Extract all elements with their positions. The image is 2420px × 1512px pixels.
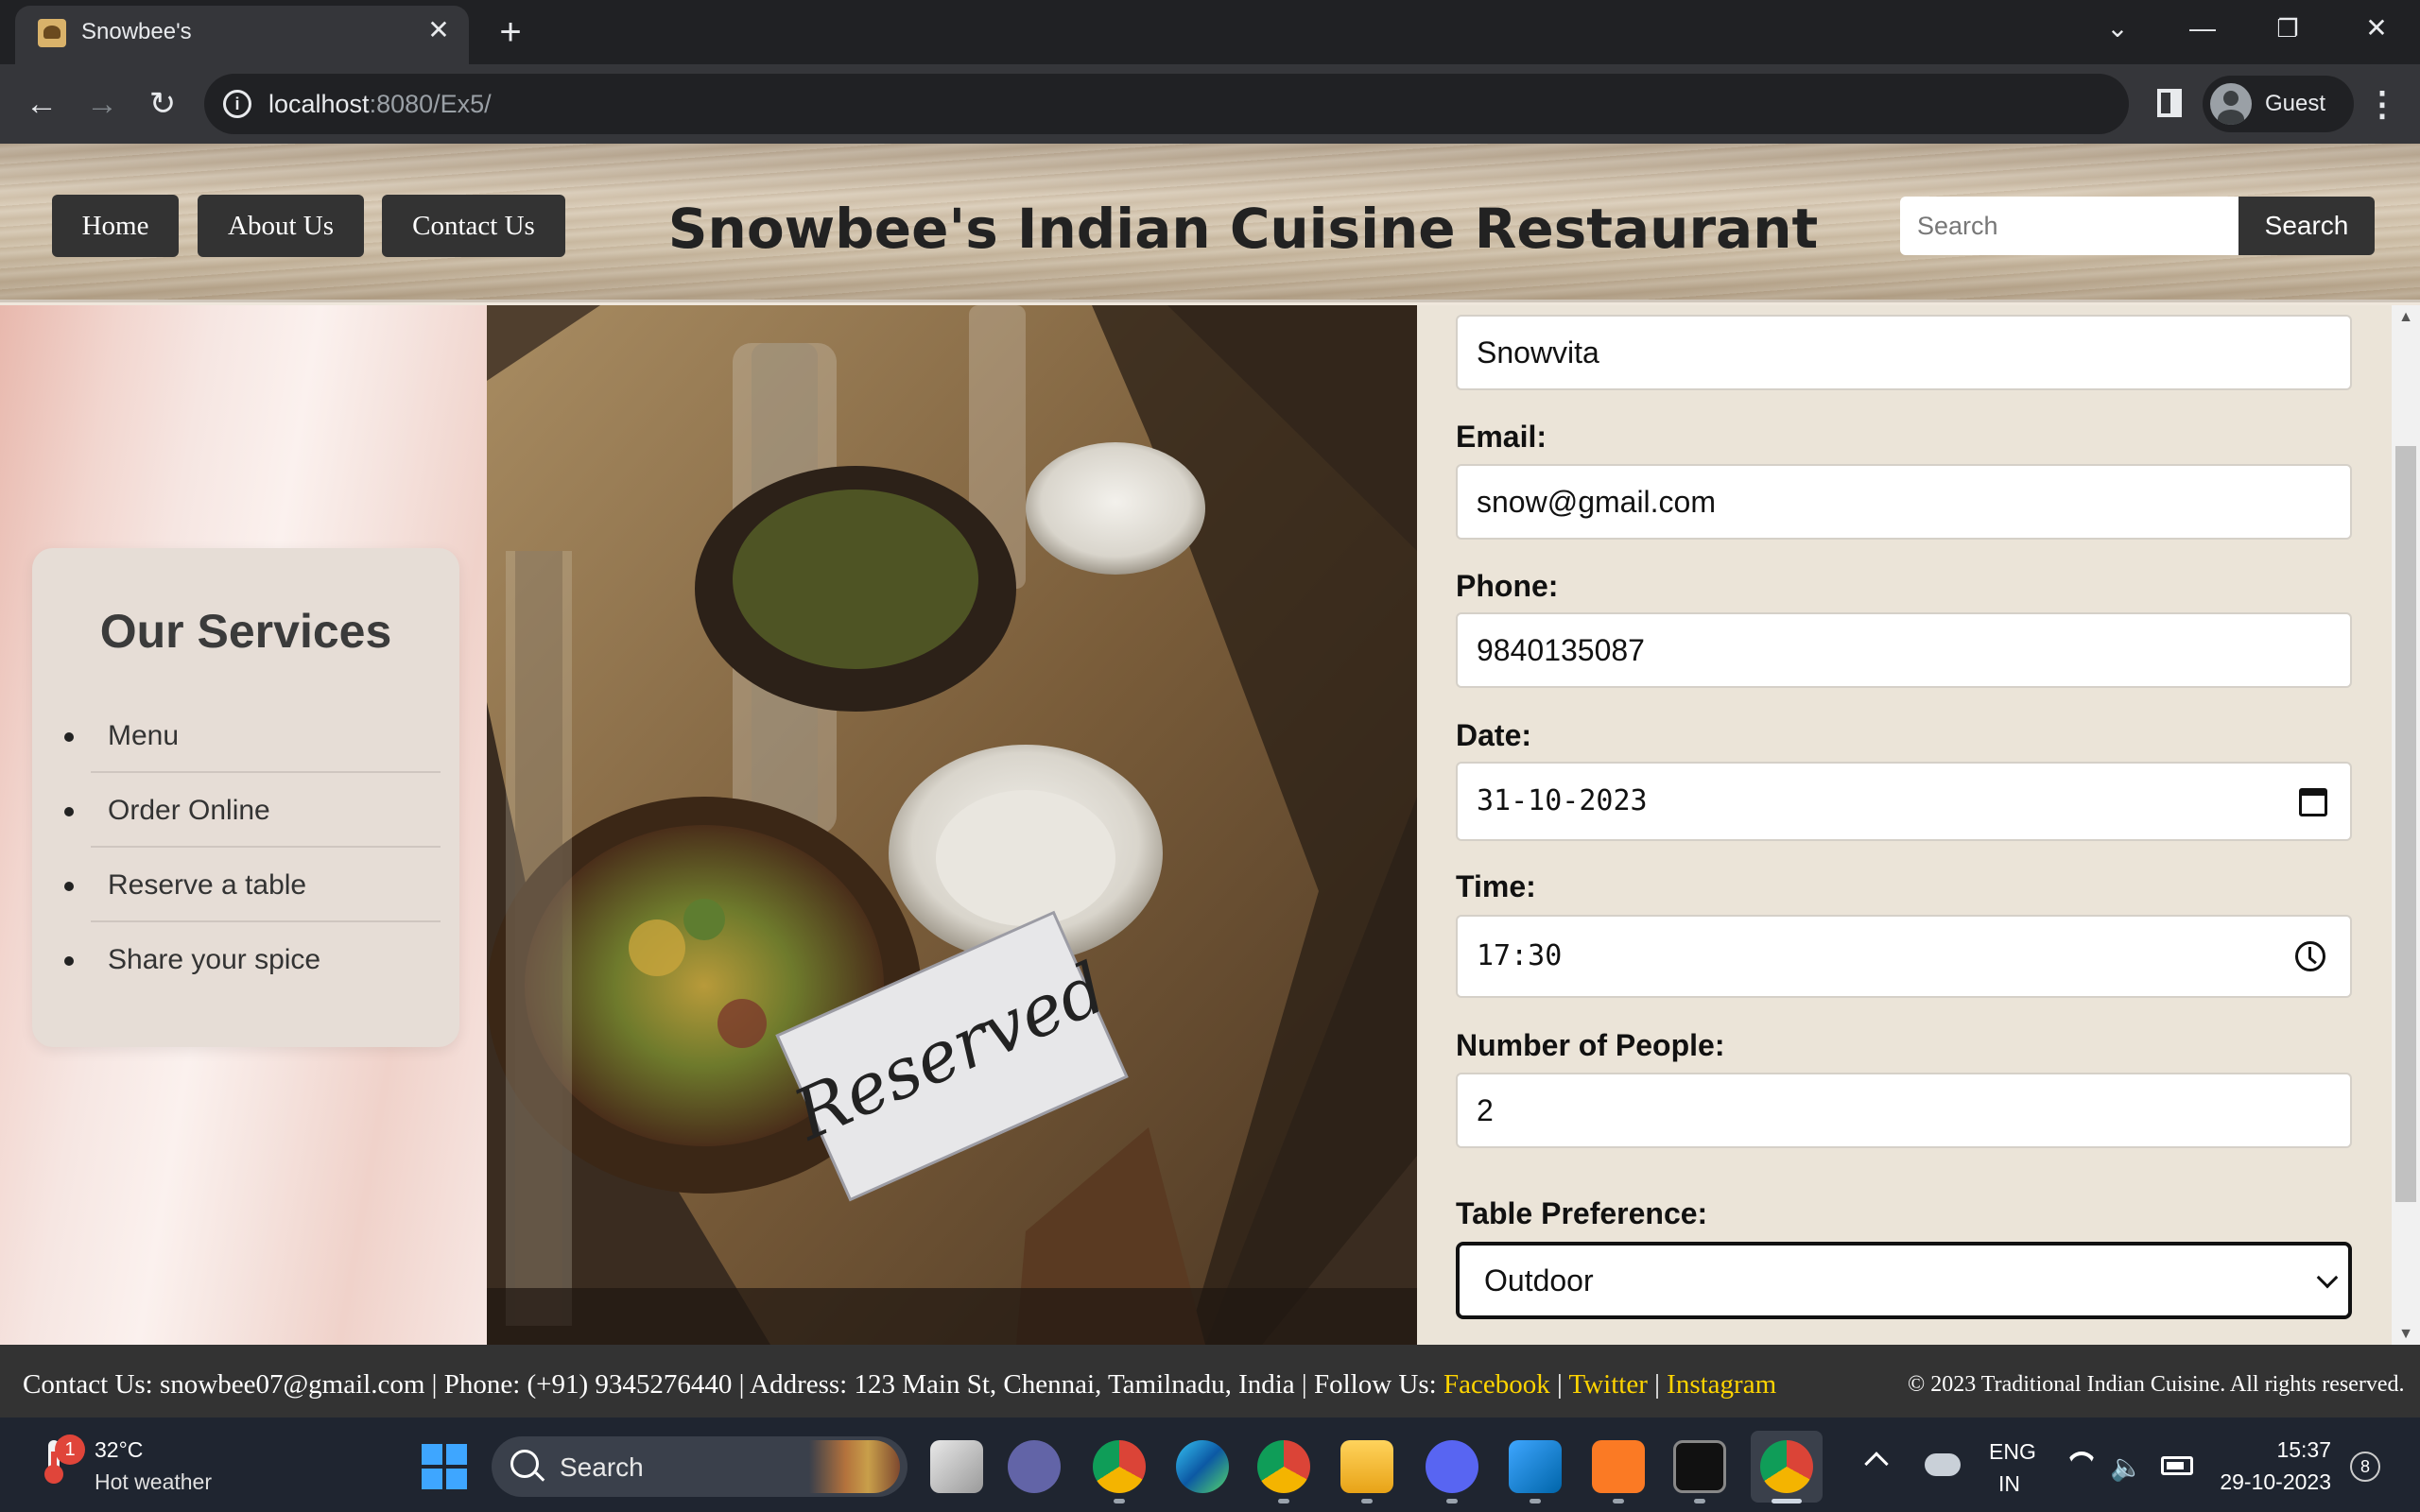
service-item-menu[interactable]: Menu — [64, 698, 441, 773]
tab-close-icon[interactable]: ✕ — [422, 13, 456, 47]
minimize-icon[interactable]: — — [2174, 8, 2231, 49]
notification-badge[interactable]: 8 — [2350, 1452, 2380, 1482]
file-explorer-icon[interactable] — [1340, 1440, 1393, 1493]
time-field[interactable]: 17:30 — [1456, 915, 2352, 998]
close-window-icon[interactable]: ✕ — [2348, 8, 2405, 49]
web-page: Home About Us Contact Us Snowbee's India… — [0, 144, 2420, 1418]
facebook-link[interactable]: Facebook — [1443, 1369, 1550, 1400]
running-indicator — [1530, 1499, 1541, 1503]
restore-icon[interactable]: ❐ — [2259, 8, 2316, 49]
search-input[interactable] — [1900, 197, 2238, 255]
date-label: Date: — [1456, 718, 1532, 752]
name-field[interactable]: Snowvita — [1456, 315, 2352, 390]
footer-copyright: © 2023 Traditional Indian Cuisine. All r… — [1908, 1372, 2405, 1397]
windows-start-icon[interactable] — [422, 1444, 467, 1489]
clock-icon[interactable] — [2295, 941, 2325, 971]
running-indicator — [1446, 1499, 1458, 1503]
vscode-icon[interactable] — [1509, 1440, 1562, 1493]
chrome-profile-icon[interactable] — [1257, 1440, 1310, 1493]
time-label: Time: — [1456, 869, 1536, 903]
running-indicator — [1361, 1499, 1373, 1503]
browser-menu-icon[interactable]: ⋮ — [2363, 81, 2401, 127]
reserved-table-illustration: Reserved — [487, 305, 1417, 1345]
clock-time[interactable]: 15:37 — [2218, 1436, 2331, 1463]
footer-separator: | — [1549, 1369, 1569, 1400]
search-button[interactable]: Search — [2238, 197, 2375, 255]
people-label: Number of People: — [1456, 1028, 1725, 1062]
xampp-icon[interactable] — [1592, 1440, 1645, 1493]
terminal-icon[interactable] — [1673, 1440, 1726, 1493]
avatar-icon — [2210, 83, 2252, 125]
phone-label: Phone: — [1456, 569, 1559, 603]
taskbar-search-label[interactable]: Search — [560, 1452, 644, 1484]
running-indicator — [1114, 1499, 1125, 1503]
chrome-icon[interactable] — [1093, 1440, 1146, 1493]
site-title: Snowbee's Indian Cuisine Restaurant — [667, 197, 1819, 261]
calendar-icon[interactable] — [2299, 788, 2327, 816]
task-view-icon[interactable] — [930, 1440, 983, 1493]
service-item-reserve-table[interactable]: Reserve a table — [64, 848, 441, 922]
site-info-icon[interactable]: i — [223, 90, 251, 118]
scroll-up-icon[interactable]: ▲ — [2395, 308, 2416, 327]
date-field[interactable]: 31-10-2023 — [1456, 762, 2352, 841]
teams-icon[interactable] — [1008, 1440, 1061, 1493]
people-field[interactable]: 2 — [1456, 1073, 2352, 1148]
search-highlight-icon — [809, 1440, 900, 1493]
active-indicator — [1772, 1499, 1802, 1503]
weather-temperature[interactable]: 32°C — [95, 1436, 143, 1463]
url-host: localhost — [268, 90, 370, 118]
side-panel-icon[interactable] — [2157, 89, 2182, 117]
phone-field[interactable]: 9840135087 — [1456, 612, 2352, 688]
scroll-down-icon[interactable]: ▼ — [2395, 1325, 2416, 1344]
reload-icon[interactable]: ↻ — [140, 81, 185, 127]
footer-contact: Contact Us: snowbee07@gmail.com | Phone:… — [23, 1368, 1776, 1400]
service-item-share-spice[interactable]: Share your spice — [64, 922, 441, 997]
instagram-link[interactable]: Instagram — [1667, 1369, 1776, 1400]
running-indicator — [1278, 1499, 1289, 1503]
language-region[interactable]: IN — [1998, 1470, 2020, 1497]
weather-description[interactable]: Hot weather — [95, 1469, 212, 1495]
running-indicator — [1613, 1499, 1624, 1503]
forward-icon[interactable]: → — [79, 81, 125, 127]
battery-icon[interactable] — [2161, 1456, 2193, 1475]
discord-icon[interactable] — [1426, 1440, 1478, 1493]
table-preference-select[interactable]: Outdoor — [1456, 1242, 2352, 1319]
favicon-icon — [38, 19, 66, 47]
nav-contact-button[interactable]: Contact Us — [382, 195, 565, 257]
profile-label: Guest — [2265, 91, 2326, 116]
nav-about-button[interactable]: About Us — [198, 195, 364, 257]
chrome-active-icon[interactable] — [1760, 1440, 1813, 1493]
twitter-link[interactable]: Twitter — [1569, 1369, 1648, 1400]
scroll-thumb[interactable] — [2395, 446, 2416, 1202]
footer-contact-text: Contact Us: snowbee07@gmail.com | Phone:… — [23, 1369, 1443, 1400]
email-label: Email: — [1456, 420, 1547, 454]
address-bar[interactable] — [204, 74, 2129, 134]
services-title: Our Services — [99, 605, 392, 658]
running-indicator — [1694, 1499, 1705, 1503]
url-text[interactable]: localhost:8080/Ex5/ — [268, 87, 492, 121]
url-path: :8080/Ex5/ — [369, 90, 492, 118]
tab-search-chevron-icon[interactable]: ⌄ — [2089, 8, 2146, 49]
table-preference-label: Table Preference: — [1456, 1196, 1708, 1230]
footer-separator: | — [1647, 1369, 1668, 1400]
reserved-table-photo: Reserved — [487, 305, 1417, 1345]
weather-alert-badge: 1 — [55, 1435, 85, 1465]
clock-date[interactable]: 29-10-2023 — [2218, 1469, 2331, 1495]
onedrive-icon[interactable] — [1925, 1453, 1961, 1476]
nav-home-button[interactable]: Home — [52, 195, 179, 257]
language-indicator[interactable]: ENG — [1989, 1438, 2036, 1465]
edge-icon[interactable] — [1176, 1440, 1229, 1493]
service-item-order-online[interactable]: Order Online — [64, 773, 441, 848]
email-field[interactable]: snow@gmail.com — [1456, 464, 2352, 540]
back-icon[interactable]: ← — [19, 81, 64, 127]
search-icon — [510, 1450, 539, 1478]
tab-title: Snowbee's — [81, 19, 192, 44]
volume-muted-icon[interactable]: 🔈 — [2110, 1453, 2143, 1482]
new-tab-icon[interactable]: + — [490, 11, 531, 53]
